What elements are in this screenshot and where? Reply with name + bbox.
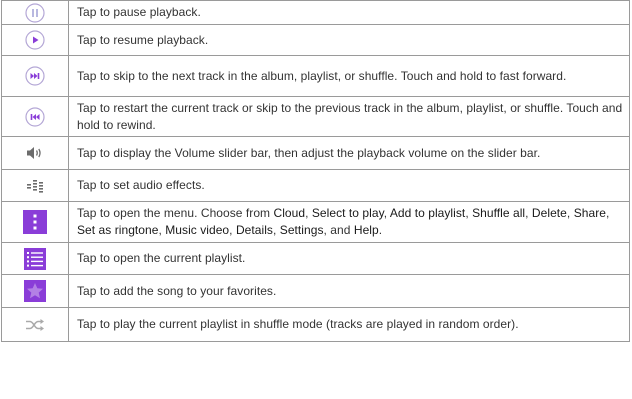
table-row: Tap to set audio effects.: [1, 169, 630, 202]
table-row: Tap to open the menu. Choose from Cloud,…: [1, 201, 630, 243]
row-description: Tap to play the current playlist in shuf…: [68, 307, 630, 342]
menu-description-intro: Tap to open the menu. Choose from: [77, 206, 274, 220]
table-row: Tap to open the current playlist.: [1, 242, 630, 275]
row-description: Tap to add the song to your favorites.: [68, 274, 630, 308]
menu-option-label: Help: [353, 223, 379, 237]
audio-effects-icon: [26, 178, 44, 194]
row-description: Tap to open the current playlist.: [68, 242, 630, 275]
volume-icon: [25, 145, 45, 161]
row-description: Tap to resume playback.: [68, 24, 630, 56]
table-row: Tap to play the current playlist in shuf…: [1, 307, 630, 342]
row-description: Tap to restart the current track or skip…: [68, 96, 630, 137]
pause-icon: [25, 2, 45, 23]
previous-track-icon: [25, 106, 45, 127]
menu-option-label: Details: [235, 223, 273, 237]
menu-option-label: Settings: [279, 223, 324, 237]
menu-icon: [23, 210, 47, 234]
menu-option-label: Share: [573, 206, 606, 220]
row-description: Tap to open the menu. Choose from Cloud,…: [68, 201, 630, 243]
table-row: Tap to add the song to your favorites.: [1, 274, 630, 308]
menu-option-label: Cloud: [273, 206, 306, 220]
menu-option-label: Music video: [165, 223, 230, 237]
favorite-star-icon: [24, 280, 46, 302]
playlist-icon: [24, 247, 46, 270]
row-description: Tap to skip to the next track in the alb…: [68, 55, 630, 97]
next-track-icon: [25, 66, 45, 86]
menu-option-label: Select to play: [311, 206, 384, 220]
table-row: Tap to restart the current track or skip…: [1, 96, 630, 137]
menu-option-label: Delete: [531, 206, 567, 220]
row-description: Tap to pause playback.: [68, 0, 630, 25]
menu-option-label: Add to playlist: [389, 206, 466, 220]
table-row: Tap to resume playback.: [1, 24, 630, 56]
row-description: Tap to set audio effects.: [68, 169, 630, 202]
table-row: Tap to pause playback.: [1, 0, 630, 25]
menu-option-label: Shuffle all: [472, 206, 526, 220]
shuffle-icon: [25, 318, 45, 332]
menu-option-label: Set as ringtone: [77, 223, 159, 237]
playback-controls-table: Tap to pause playback. Tap to resume pla…: [1, 0, 630, 342]
play-icon: [25, 30, 45, 50]
row-description: Tap to display the Volume slider bar, th…: [68, 136, 630, 170]
table-row: Tap to skip to the next track in the alb…: [1, 55, 630, 97]
table-row: Tap to display the Volume slider bar, th…: [1, 136, 630, 170]
